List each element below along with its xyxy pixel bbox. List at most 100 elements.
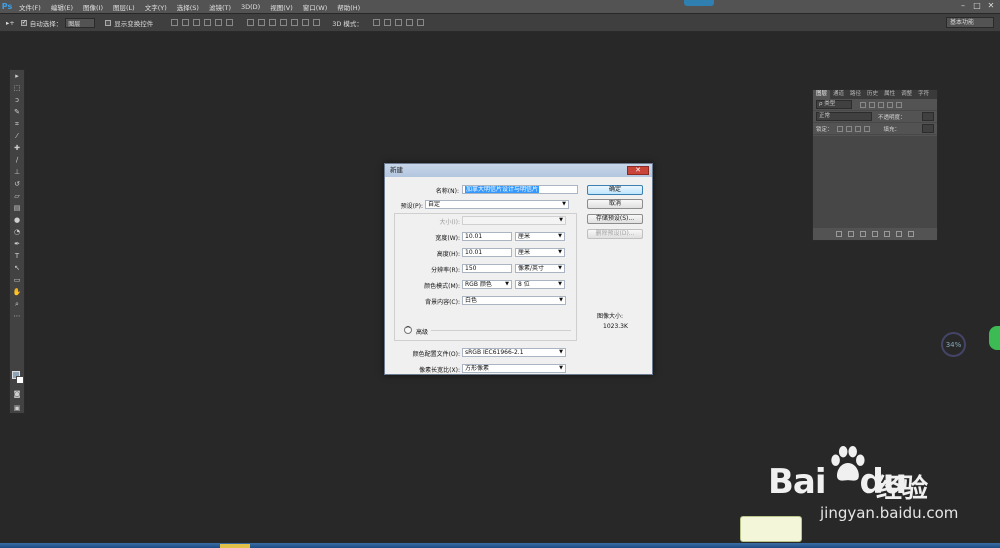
crop-tool-icon[interactable]: ⌗ — [10, 119, 24, 130]
dodge-tool-icon[interactable]: ◔ — [10, 227, 24, 238]
menu-select[interactable]: 选择(S) — [172, 2, 204, 12]
adjustment-layer-icon[interactable] — [872, 231, 878, 237]
lock-transparent-icon[interactable] — [836, 125, 843, 132]
auto-align-icon[interactable] — [313, 19, 321, 26]
hand-tool-icon[interactable]: ✋ — [10, 287, 24, 298]
link-layers-icon[interactable] — [836, 231, 842, 237]
menu-window[interactable]: 窗口(W) — [298, 2, 333, 12]
bit-depth-dropdown[interactable]: 8 位 ▼ — [515, 280, 565, 289]
menu-image[interactable]: 图像(I) — [78, 2, 108, 12]
roll-3d-icon[interactable] — [383, 19, 391, 26]
eyedropper-tool-icon[interactable]: ⁄ — [10, 131, 24, 142]
ok-button[interactable]: 确定 — [587, 185, 643, 195]
tab-character[interactable]: 字符 — [915, 90, 932, 99]
new-layer-icon[interactable] — [896, 231, 902, 237]
slide-3d-icon[interactable] — [405, 19, 413, 26]
layer-mask-icon[interactable] — [860, 231, 866, 237]
resolution-unit-dropdown[interactable]: 像素/英寸 ▼ — [515, 264, 565, 273]
drag-3d-icon[interactable] — [394, 19, 402, 26]
align-middle-icon[interactable] — [182, 19, 190, 26]
more-tools-icon[interactable]: ⋯ — [10, 311, 24, 322]
background-contents-dropdown[interactable]: 白色 ▼ — [462, 296, 566, 305]
history-brush-tool-icon[interactable]: ↺ — [10, 179, 24, 190]
color-profile-dropdown[interactable]: sRGB IEC61966-2.1 ▼ — [462, 348, 566, 357]
pen-tool-icon[interactable]: ✒ — [10, 239, 24, 250]
align-right-icon[interactable] — [226, 19, 234, 26]
clone-stamp-tool-icon[interactable]: ⊥ — [10, 167, 24, 178]
distribute-center-icon[interactable] — [291, 19, 299, 26]
menu-type[interactable]: 文字(Y) — [140, 2, 172, 12]
layer-select-dropdown[interactable]: 图层 — [65, 17, 96, 28]
marquee-tool-icon[interactable]: ⬚ — [10, 83, 24, 94]
distribute-right-icon[interactable] — [302, 19, 310, 26]
type-filter-icon[interactable] — [878, 101, 884, 108]
distribute-left-icon[interactable] — [280, 19, 288, 26]
tab-history[interactable]: 历史 — [864, 90, 881, 99]
adjustment-filter-icon[interactable] — [869, 101, 875, 108]
menu-3d[interactable]: 3D(D) — [236, 3, 265, 11]
lock-position-icon[interactable] — [854, 125, 861, 132]
smart-object-filter-icon[interactable] — [896, 101, 902, 108]
assistant-icon[interactable] — [989, 326, 1000, 350]
new-group-icon[interactable] — [884, 231, 890, 237]
height-unit-dropdown[interactable]: 厘米 ▼ — [515, 248, 565, 257]
blend-mode-dropdown[interactable]: 正常 — [816, 112, 872, 121]
shape-tool-icon[interactable]: ▭ — [10, 275, 24, 286]
layer-style-icon[interactable] — [848, 231, 854, 237]
align-top-icon[interactable] — [171, 19, 179, 26]
trash-icon[interactable] — [908, 231, 914, 237]
minimize-icon[interactable]: – — [958, 1, 968, 11]
close-icon[interactable]: ✕ — [986, 1, 996, 11]
pixel-filter-icon[interactable] — [860, 101, 866, 108]
fill-field[interactable] — [922, 124, 934, 133]
align-center-icon[interactable] — [215, 19, 223, 26]
zoom-tool-icon[interactable]: ⌕ — [10, 299, 24, 310]
pixel-aspect-dropdown[interactable]: 方形像素 ▼ — [462, 364, 566, 373]
menu-file[interactable]: 文件(F) — [14, 2, 46, 12]
shape-filter-icon[interactable] — [887, 101, 893, 108]
menu-layer[interactable]: 图层(L) — [108, 2, 140, 12]
quick-mask-icon[interactable]: ◙ — [10, 389, 24, 400]
align-bottom-icon[interactable] — [193, 19, 201, 26]
distribute-middle-icon[interactable] — [258, 19, 266, 26]
tab-channels[interactable]: 通道 — [830, 90, 847, 99]
tab-paths[interactable]: 路径 — [847, 90, 864, 99]
healing-brush-tool-icon[interactable]: ✚ — [10, 143, 24, 154]
show-transform-checkbox[interactable]: 显示变换控件 — [105, 18, 153, 28]
type-tool-icon[interactable]: T — [10, 251, 24, 262]
tab-layers[interactable]: 图层 — [813, 90, 831, 99]
lasso-tool-icon[interactable]: ↄ — [10, 95, 24, 106]
brush-tool-icon[interactable]: ∕ — [10, 155, 24, 166]
advanced-toggle-icon[interactable]: ^ — [404, 326, 412, 334]
menu-view[interactable]: 视图(V) — [265, 2, 298, 12]
lock-all-icon[interactable] — [863, 125, 870, 132]
name-input[interactable]: 加拿大明信片设计与明信片 — [462, 185, 578, 194]
eraser-tool-icon[interactable]: ▱ — [10, 191, 24, 202]
height-input[interactable]: 10.01 — [462, 248, 512, 257]
gradient-tool-icon[interactable]: ▤ — [10, 203, 24, 214]
lock-image-icon[interactable] — [845, 125, 852, 132]
rotate-3d-icon[interactable] — [372, 19, 380, 26]
maximize-icon[interactable]: □ — [972, 1, 982, 11]
menu-filter[interactable]: 滤镜(T) — [204, 2, 236, 12]
menu-edit[interactable]: 编辑(E) — [46, 2, 78, 12]
scale-3d-icon[interactable] — [416, 19, 424, 26]
preset-dropdown[interactable]: 自定 ▼ — [425, 200, 569, 209]
menu-help[interactable]: 帮助(H) — [332, 2, 365, 12]
taskbar-item[interactable] — [220, 544, 250, 548]
align-left-icon[interactable] — [204, 19, 212, 26]
background-color-swatch[interactable] — [16, 376, 24, 384]
move-tool-icon[interactable]: ▸ — [10, 71, 24, 82]
width-unit-dropdown[interactable]: 厘米 ▼ — [515, 232, 565, 241]
kind-filter-dropdown[interactable]: ρ 类型 — [816, 100, 852, 109]
tab-properties[interactable]: 属性 — [881, 90, 898, 99]
distribute-bottom-icon[interactable] — [269, 19, 277, 26]
cancel-button[interactable]: 取消 — [587, 199, 643, 209]
dialog-close-button[interactable]: ✕ — [627, 166, 649, 175]
save-preset-button[interactable]: 存储预设(S)... — [587, 214, 643, 224]
move-tool-icon[interactable]: ▸+ — [6, 19, 15, 27]
distribute-top-icon[interactable] — [247, 19, 255, 26]
width-input[interactable]: 10.01 — [462, 232, 512, 241]
opacity-field[interactable] — [922, 112, 934, 121]
screen-mode-icon[interactable]: ▣ — [10, 403, 24, 414]
